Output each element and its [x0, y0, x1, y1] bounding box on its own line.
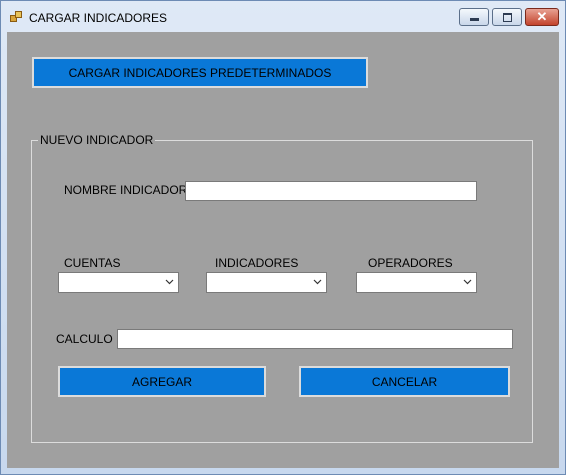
form-body: CARGAR INDICADORES PREDETERMINADOS NUEVO…	[7, 32, 559, 468]
app-form-icon[interactable]	[10, 11, 22, 22]
indicator-name-label: NOMBRE INDICADOR	[64, 183, 188, 197]
window-title: CARGAR INDICADORES	[29, 11, 168, 25]
maximize-button[interactable]	[492, 8, 522, 26]
accounts-label: CUENTAS	[64, 256, 121, 270]
chevron-down-icon	[313, 279, 322, 285]
new-indicator-group: NUEVO INDICADOR NOMBRE INDICADOR CUENTAS…	[31, 133, 533, 443]
minimize-button[interactable]	[459, 8, 489, 26]
title-bar[interactable]: CARGAR INDICADORES ✕	[1, 1, 565, 32]
indicators-dropdown[interactable]	[206, 272, 327, 293]
indicators-label: INDICADORES	[215, 256, 299, 270]
calculation-label: CALCULO	[56, 332, 113, 346]
operators-label: OPERADORES	[368, 256, 453, 270]
chevron-down-icon	[165, 279, 174, 285]
chevron-down-icon	[463, 279, 472, 285]
calculation-field[interactable]	[117, 329, 513, 349]
group-legend: NUEVO INDICADOR	[38, 133, 156, 147]
close-button[interactable]: ✕	[525, 8, 559, 26]
minimize-icon	[470, 18, 479, 21]
load-default-indicators-button[interactable]: CARGAR INDICADORES PREDETERMINADOS	[32, 57, 368, 88]
app-window: CARGAR INDICADORES ✕ CARGAR INDICADORES …	[0, 0, 566, 475]
close-icon: ✕	[536, 9, 548, 24]
maximize-icon	[503, 13, 512, 22]
add-button[interactable]: AGREGAR	[58, 366, 266, 397]
indicator-name-field[interactable]	[185, 181, 477, 201]
accounts-dropdown[interactable]	[58, 272, 179, 293]
cancel-button[interactable]: CANCELAR	[299, 366, 510, 397]
operators-dropdown[interactable]	[356, 272, 477, 293]
